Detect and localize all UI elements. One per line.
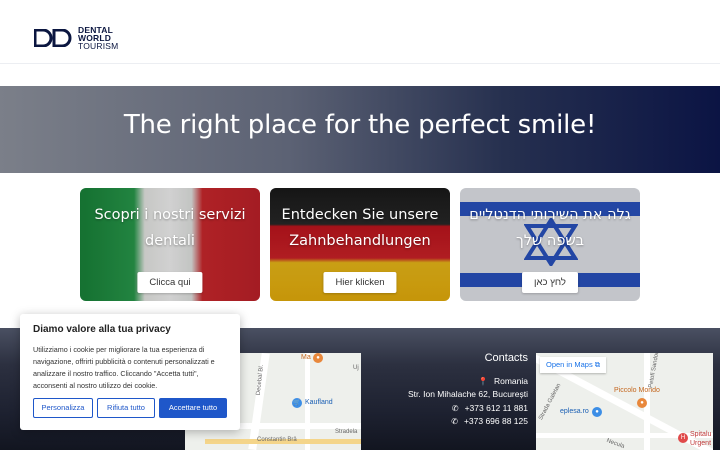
logo-line-tourism: TOURISM — [78, 41, 119, 51]
contact-country-text: Romania — [493, 376, 528, 386]
location-pin-icon: 📍 — [478, 377, 488, 386]
street-label: Necula — [605, 437, 626, 450]
contact-phone-2-text: +373 696 88 125 — [463, 416, 528, 426]
card-title: גלה את השירותי הדנטליים בשפה שלך — [469, 207, 631, 249]
hero-title: The right place for the perfect smile! — [123, 110, 597, 140]
contact-country: 📍 Romania — [380, 376, 528, 386]
food-pin-icon[interactable]: ● — [313, 353, 323, 363]
language-card-hebrew[interactable]: גלה את השירותי הדנטליים בשפה שלך לחץ כאן — [460, 188, 640, 301]
contact-phone-1[interactable]: ✆ +373 612 11 881 — [380, 403, 528, 413]
street-label: Constantin Brâ — [257, 437, 297, 443]
card-button-german[interactable]: Hier klicken — [323, 272, 397, 293]
logo-mark-icon — [34, 29, 72, 47]
hospital-pin-icon[interactable]: H — [678, 433, 688, 443]
contact-phone-2[interactable]: ✆ +373 696 88 125 — [380, 416, 528, 426]
contacts-heading: Contacts — [484, 352, 528, 364]
street-label: Stradela — [335, 429, 358, 435]
contact-phone-1-text: +373 612 11 881 — [464, 403, 528, 413]
cookie-reject-button[interactable]: Rifiuta tutto — [97, 398, 155, 418]
shopping-pin-icon[interactable]: ● — [592, 407, 602, 417]
poi-label: Piccolo Mondo — [614, 387, 660, 394]
phone-icon: ✆ — [451, 417, 458, 426]
card-title: Scopri i nostri servizi dentali — [94, 207, 246, 249]
logo-wordmark: DENTAL WORLD TOURISM — [78, 26, 119, 51]
poi-label: Kaufland — [305, 399, 333, 406]
card-button-hebrew[interactable]: לחץ כאן — [522, 272, 578, 293]
poi-label: eplesa.ro — [560, 408, 589, 415]
cookie-title: Diamo valore alla tua privacy — [33, 324, 171, 335]
cookie-accept-button[interactable]: Accettare tutto — [159, 398, 227, 418]
cookie-text: Utilizziamo i cookie per migliorare la t… — [33, 345, 215, 390]
hero-banner: The right place for the perfect smile! — [0, 86, 720, 173]
poi-label: Ma — [301, 354, 311, 361]
card-button-italian[interactable]: Clicca qui — [137, 272, 203, 293]
cookie-consent-banner: Diamo valore alla tua privacy Utilizziam… — [20, 314, 240, 430]
map-embed-right[interactable]: Open in Maps ⧉ Strada Galetan Petofi San… — [536, 353, 713, 450]
street-label: Uj — [353, 365, 359, 371]
language-card-italian[interactable]: Scopri i nostri servizi dentali Clicca q… — [80, 188, 260, 301]
site-header: DENTAL WORLD TOURISM — [0, 0, 720, 64]
shopping-pin-icon[interactable]: 🛒 — [292, 398, 302, 408]
language-card-german[interactable]: Entdecken Sie unsere Zahnbehandlungen Hi… — [270, 188, 450, 301]
open-in-maps-link-right[interactable]: Open in Maps ⧉ — [540, 357, 607, 373]
cookie-customize-button[interactable]: Personalizza — [33, 398, 93, 418]
contact-address: Str. Ion Mihalache 62, București — [407, 389, 528, 399]
street-label: Strada Galetan — [538, 382, 563, 422]
poi-label: Spitalu — [690, 431, 712, 438]
restaurant-pin-icon[interactable]: ● — [637, 398, 647, 408]
site-logo[interactable]: DENTAL WORLD TOURISM — [34, 26, 118, 50]
phone-icon: ✆ — [451, 404, 459, 413]
card-title: Entdecken Sie unsere Zahnbehandlungen — [281, 207, 439, 249]
poi-label: Urgent — [690, 440, 712, 447]
external-link-icon: ⧉ — [594, 360, 601, 369]
open-in-maps-label: Open in Maps — [546, 360, 593, 369]
